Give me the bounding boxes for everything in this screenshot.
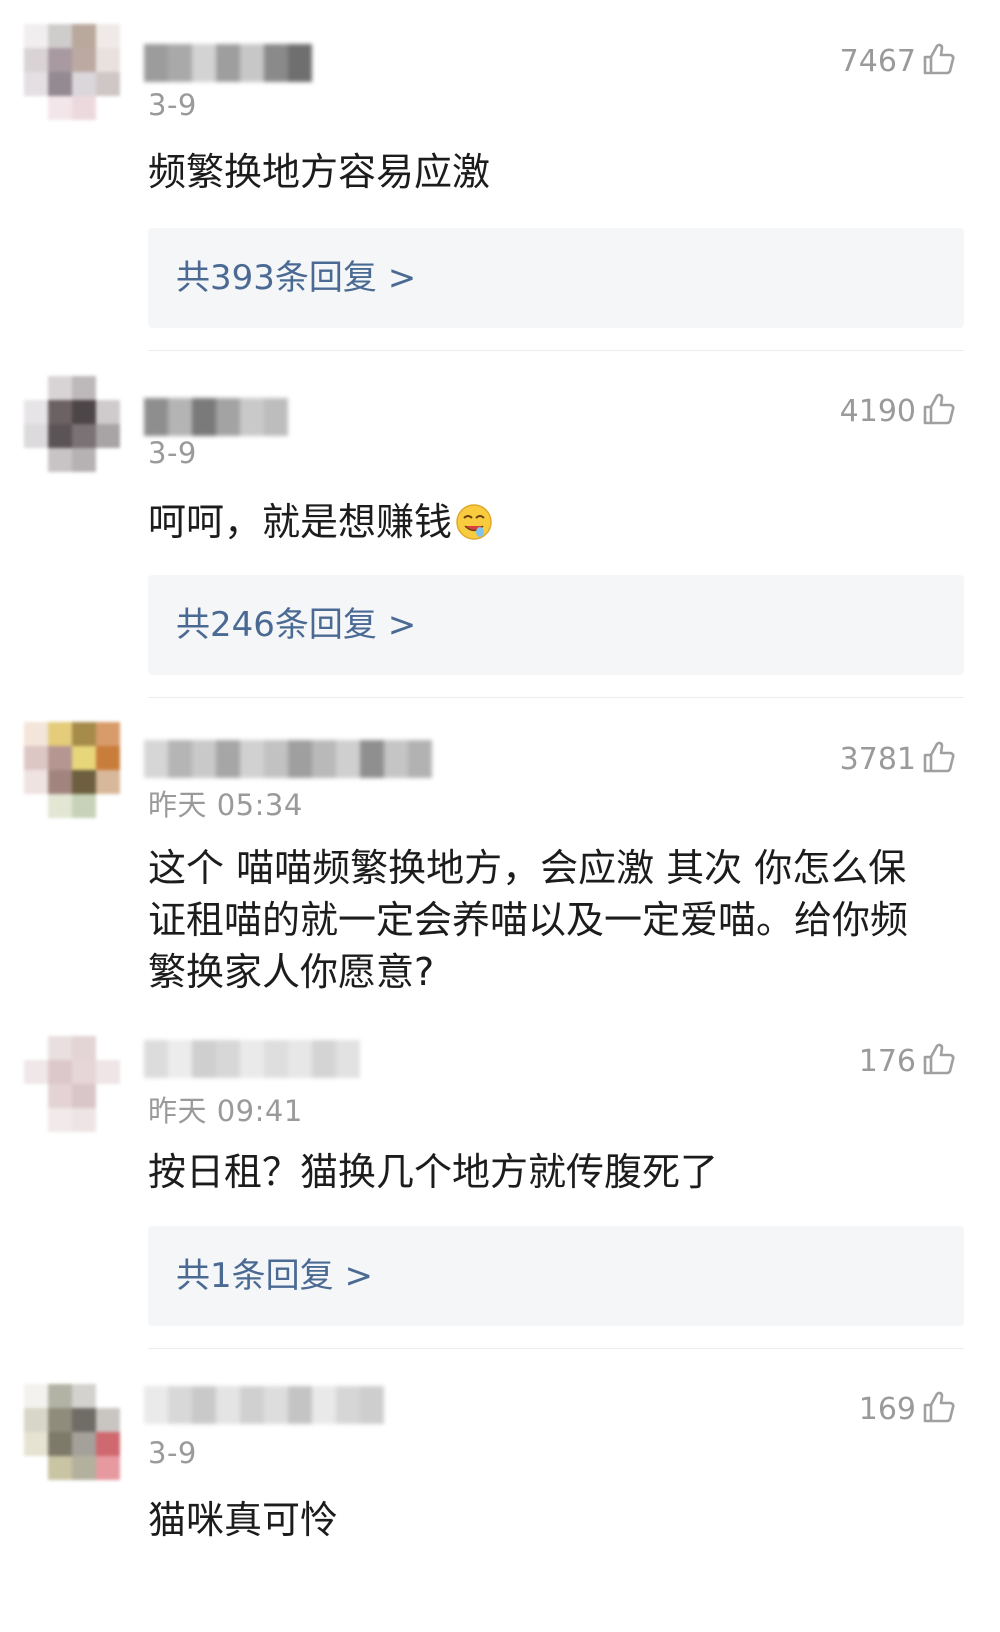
comment-time: 3-9 <box>148 88 197 122</box>
comment-text-content: 呵呵，就是想赚钱 <box>148 500 453 544</box>
avatar[interactable] <box>24 376 120 472</box>
reply-count-label: 共246条回复 > <box>176 605 417 645</box>
avatar[interactable] <box>24 1036 120 1132</box>
comment-text: 呵呵，就是想赚钱 <box>148 496 938 548</box>
comment-text: 按日租？猫换几个地方就传腹死了 <box>148 1150 719 1194</box>
comment-time: 3-9 <box>148 1436 197 1470</box>
divider <box>148 697 964 698</box>
comment-text: 频繁换地方容易应激 <box>148 150 491 194</box>
like-count: 7467 <box>839 44 916 79</box>
reply-count-label: 共393条回复 > <box>176 258 417 298</box>
avatar[interactable] <box>24 722 120 818</box>
username[interactable] <box>144 740 432 778</box>
comment-time: 昨天 05:34 <box>148 788 303 822</box>
avatar[interactable] <box>24 1384 120 1480</box>
view-replies-button[interactable]: 共393条回复 > <box>148 228 964 328</box>
view-replies-button[interactable]: 共246条回复 > <box>148 575 964 675</box>
comment-time: 3-9 <box>148 436 197 470</box>
like-count: 4190 <box>839 394 916 429</box>
view-replies-button[interactable]: 共1条回复 > <box>148 1226 964 1326</box>
username[interactable] <box>144 44 312 82</box>
reply-count-label: 共1条回复 > <box>176 1256 373 1296</box>
username[interactable] <box>144 1386 384 1424</box>
divider <box>148 350 964 351</box>
like-count: 176 <box>858 1044 916 1079</box>
thumbs-up-icon[interactable] <box>922 740 956 774</box>
username[interactable] <box>144 398 288 436</box>
thumbs-up-icon[interactable] <box>922 42 956 76</box>
drooling-face-emoji <box>456 504 492 540</box>
comment-text: 猫咪真可怜 <box>148 1498 339 1542</box>
thumbs-up-icon[interactable] <box>922 1042 956 1076</box>
thumbs-up-icon[interactable] <box>922 392 956 426</box>
username[interactable] <box>144 1040 360 1078</box>
comment-time: 昨天 09:41 <box>148 1094 303 1128</box>
like-count: 169 <box>858 1392 916 1427</box>
divider <box>148 1348 964 1349</box>
thumbs-up-icon[interactable] <box>922 1390 956 1424</box>
like-count: 3781 <box>839 742 916 777</box>
avatar[interactable] <box>24 24 120 120</box>
comment-text: 这个 喵喵频繁换地方，会应激 其次 你怎么保证租喵的就一定会养喵以及一定爱喵。给… <box>148 846 909 994</box>
